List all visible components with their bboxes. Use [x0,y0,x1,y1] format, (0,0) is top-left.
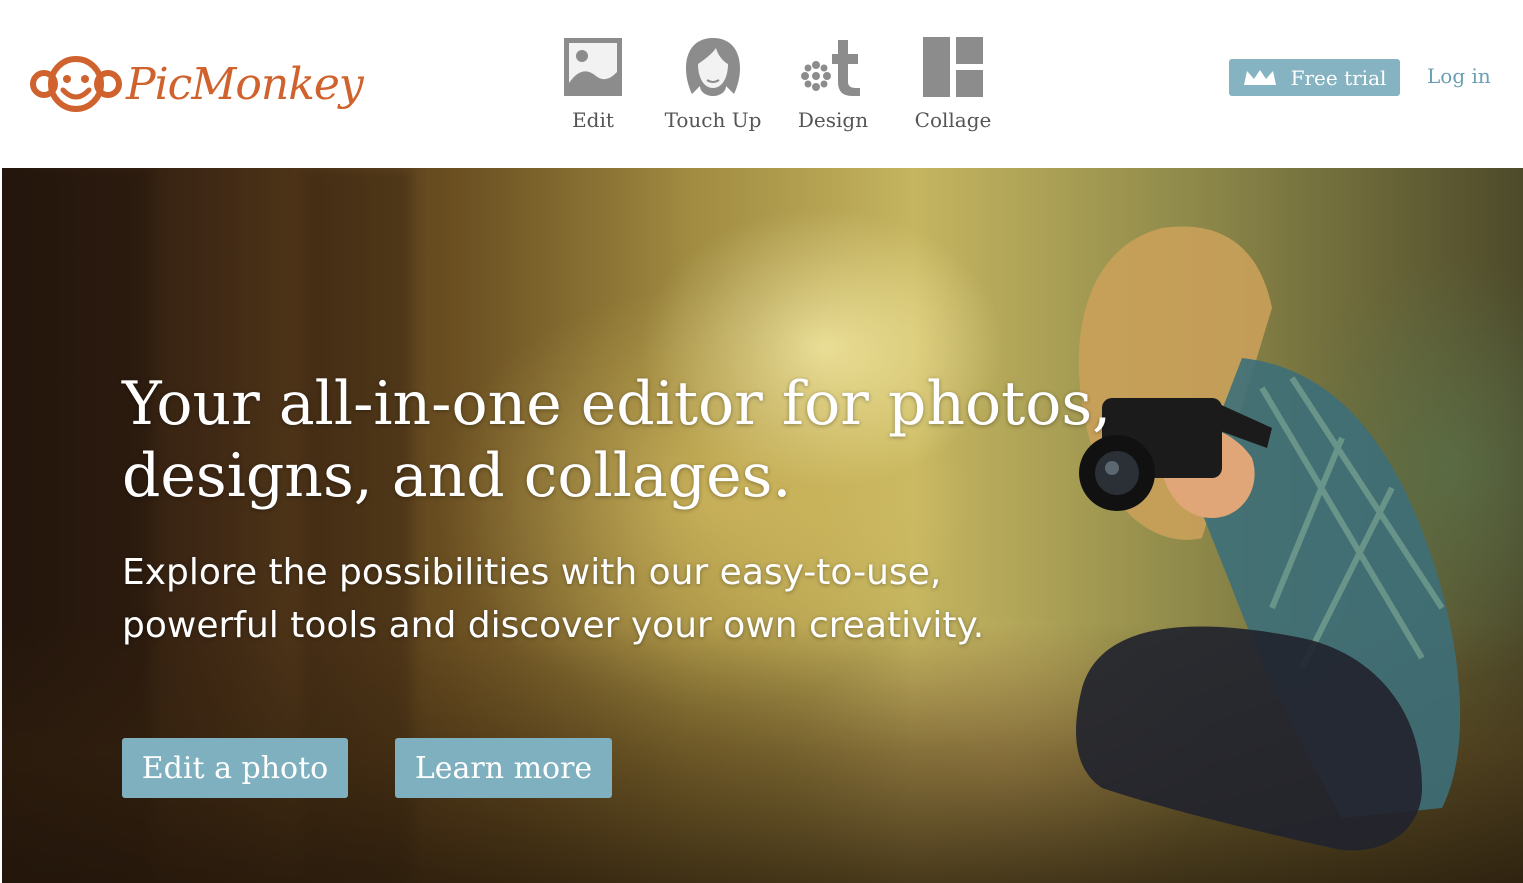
nav-edit[interactable]: Edit [533,36,653,146]
crown-icon [1243,69,1276,85]
learn-more-label: Learn more [414,750,593,786]
hero-subheadline-line-1: Explore the possibilities with our easy-… [122,552,942,593]
nav-design[interactable]: Design [773,36,893,146]
nav-label-touch-up: Touch Up [664,108,762,132]
free-trial-button[interactable]: Free trial [1229,59,1400,96]
design-icon [801,40,860,96]
nav-label-design: Design [797,108,869,132]
nav-label-edit: Edit [572,108,614,132]
collage-icon [923,37,983,97]
free-trial-label: Free trial [1290,65,1387,90]
hero-banner: Your all-in-one editor for photos, desig… [2,168,1523,883]
image-icon [564,38,622,96]
girl-with-camera-photo [1076,226,1461,851]
hero-headline: Your all-in-one editor for photos, desig… [122,368,1122,512]
site-header: PicMonkey Edit Touch Up Design Collage F… [0,0,1523,168]
face-icon [686,38,740,96]
log-in-link[interactable]: Log in [1427,64,1491,88]
nav-touch-up[interactable]: Touch Up [653,36,773,146]
edit-a-photo-label: Edit a photo [141,750,329,786]
nav-collage[interactable]: Collage [893,36,1013,146]
hero-subheadline: Explore the possibilities with our easy-… [122,546,1042,652]
learn-more-button[interactable]: Learn more [395,738,612,798]
edit-a-photo-button[interactable]: Edit a photo [122,738,348,798]
hero-subheadline-line-2: powerful tools and discover your own cre… [122,605,985,646]
hero-headline-line-1: Your all-in-one editor for photos, [122,369,1112,439]
nav-label-collage: Collage [914,108,992,132]
hero-headline-line-2: designs, and collages. [122,441,792,511]
